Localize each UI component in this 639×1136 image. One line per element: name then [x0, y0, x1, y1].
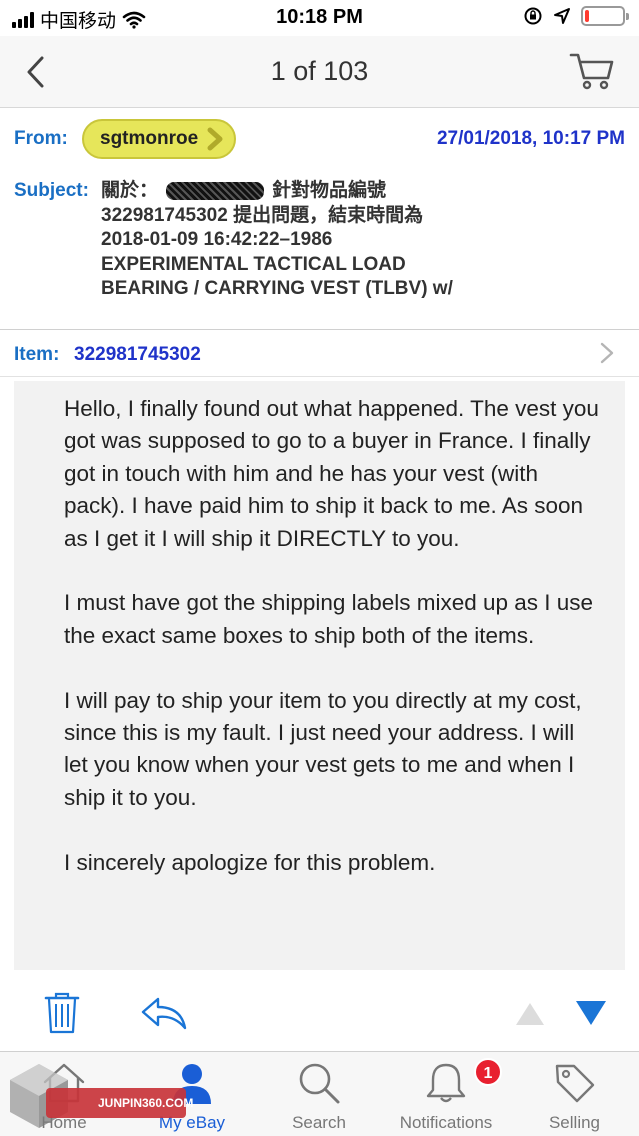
- tab-search[interactable]: Search: [256, 1052, 382, 1136]
- message-paragraph: I must have got the shipping labels mixe…: [64, 590, 594, 648]
- subject-row: Subject: 關於： 針對物品編號 322981745302 提出問題，結束…: [0, 172, 639, 330]
- sender-button[interactable]: sgtmonroe: [82, 119, 237, 159]
- search-icon: [299, 1063, 340, 1104]
- subject-line: 關於： 針對物品編號: [101, 179, 621, 204]
- chevron-right-icon: [600, 342, 614, 364]
- subject-line: 322981745302 提出問題，結束時間為: [101, 204, 424, 226]
- tab-label: Selling: [548, 1113, 601, 1132]
- message-date: 27/01/2018, 10:17 PM: [436, 128, 625, 149]
- tab-notifications[interactable]: 1 Notifications: [382, 1052, 510, 1136]
- message-text: Hello, I finally found out what happened…: [64, 393, 604, 911]
- sender-name: sgtmonroe: [100, 128, 199, 149]
- battery-icon: [581, 6, 629, 26]
- status-bar: 中国移动 10:18 PM: [0, 0, 639, 36]
- status-right: [523, 6, 629, 26]
- item-number[interactable]: 322981745302: [74, 344, 201, 366]
- tab-label: Notifications: [399, 1113, 493, 1132]
- tag-icon: [555, 1064, 594, 1103]
- cart-icon[interactable]: [569, 50, 615, 92]
- message-counter: 1 of 103: [270, 56, 369, 86]
- tab-selling[interactable]: Selling: [510, 1052, 639, 1136]
- from-label: From:: [14, 128, 68, 149]
- from-row: From: sgtmonroe 27/01/2018, 10:17 PM: [0, 108, 639, 172]
- message-paragraph: I will pay to ship your item to you dire…: [64, 687, 582, 810]
- subject-line: BEARING / CARRYING VEST (TLBV) w/: [101, 278, 453, 299]
- subject-suffix: 針對物品編號: [272, 180, 387, 201]
- subject-line: EXPERIMENTAL TACTICAL LOAD: [101, 253, 406, 275]
- watermark-text: JUNPIN360.COM: [98, 1096, 194, 1110]
- trash-icon[interactable]: [44, 991, 80, 1035]
- notification-badge: 1: [474, 1058, 502, 1086]
- battery-level: [585, 10, 589, 22]
- previous-message-arrow-icon[interactable]: [514, 1001, 546, 1027]
- subject-text: 關於： 針對物品編號 322981745302 提出問題，結束時間為 2018-…: [101, 179, 621, 302]
- chevron-right-icon: [207, 127, 223, 151]
- subject-prefix: 關於：: [101, 180, 159, 201]
- location-icon: [554, 8, 570, 24]
- watermark-logo: JUNPIN360.COM: [4, 1060, 194, 1132]
- nav-bar: 1 of 103: [0, 36, 639, 108]
- tab-label: Search: [292, 1113, 346, 1132]
- message-action-bar: [0, 975, 639, 1051]
- subject-line: 2018-01-09 16:42:22–1986: [101, 229, 333, 250]
- message-paragraph: I sincerely apologize for this problem.: [64, 849, 436, 875]
- item-row[interactable]: Item: 322981745302: [0, 331, 639, 377]
- subject-label: Subject:: [14, 180, 89, 201]
- reply-icon[interactable]: [140, 995, 188, 1031]
- bell-icon: [426, 1063, 466, 1103]
- next-message-arrow-icon[interactable]: [574, 999, 608, 1027]
- redacted-username: [166, 182, 265, 201]
- message-paragraph: Hello, I finally found out what happened…: [64, 396, 599, 551]
- item-label: Item:: [14, 344, 60, 365]
- orientation-lock-icon: [524, 7, 542, 25]
- message-body: Hello, I finally found out what happened…: [14, 381, 625, 970]
